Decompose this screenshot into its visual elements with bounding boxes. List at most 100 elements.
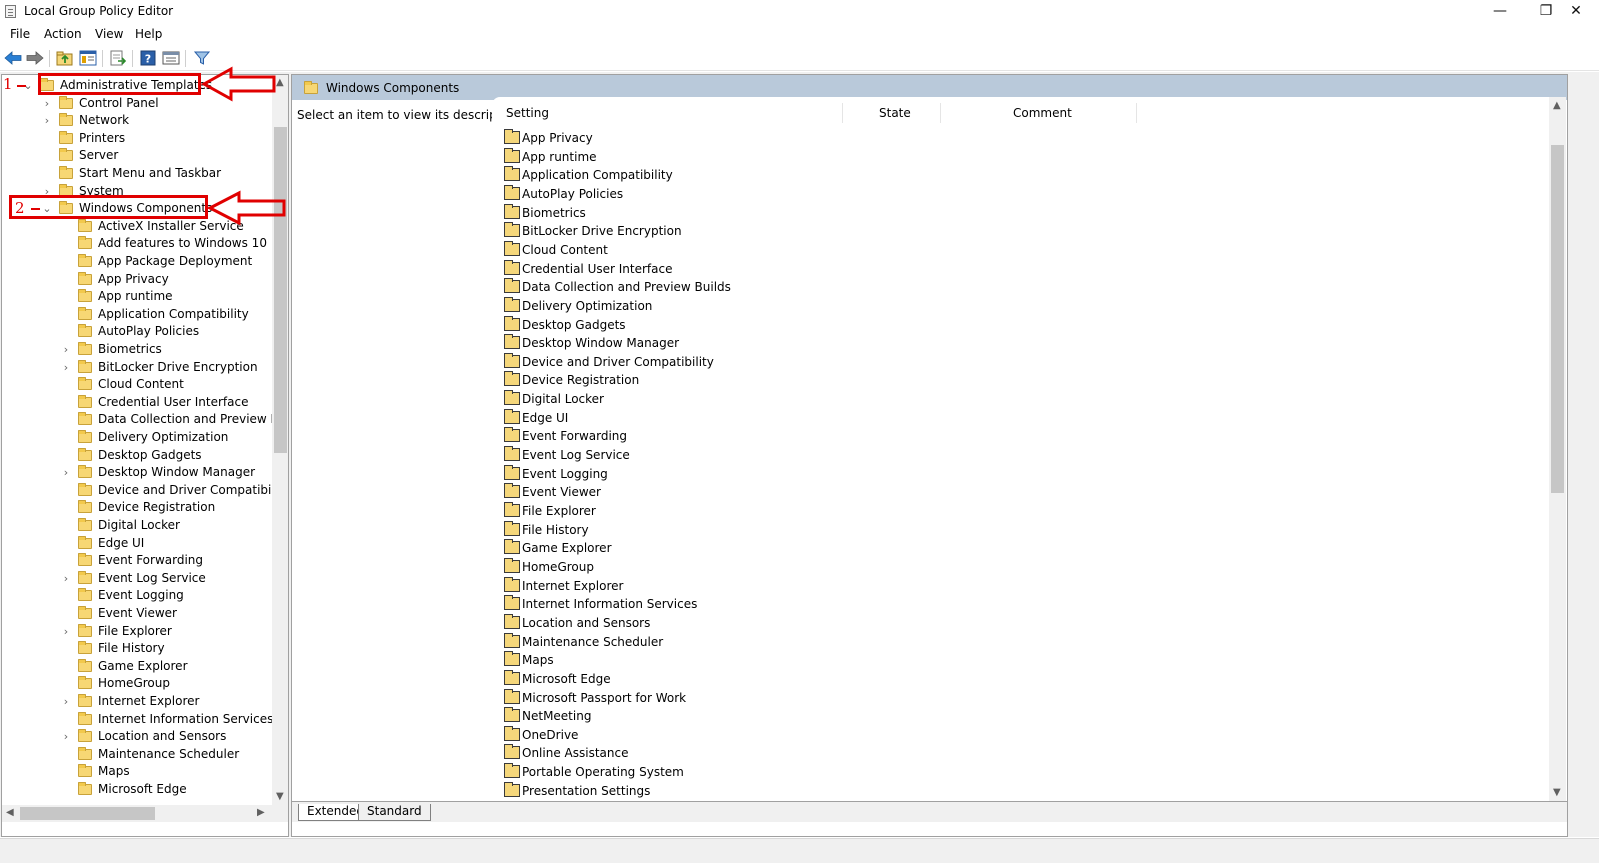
list-item[interactable]: Game Explorer <box>503 539 903 557</box>
list-item[interactable]: AutoPlay Policies <box>503 184 903 203</box>
chevron-right-icon[interactable]: › <box>60 730 72 744</box>
list-item[interactable]: Presentation Settings <box>503 781 903 800</box>
menu-action[interactable]: Action <box>44 27 82 41</box>
tree-item[interactable]: Event Forwarding <box>2 552 282 570</box>
list-item[interactable]: OneDrive <box>503 725 903 744</box>
tree-item[interactable]: App runtime <box>2 288 282 306</box>
list-item[interactable]: NetMeeting <box>503 707 903 725</box>
filter-icon[interactable] <box>193 50 211 66</box>
scroll-up-icon[interactable]: ▲ <box>1553 100 1561 111</box>
chevron-right-icon[interactable]: › <box>41 97 53 111</box>
scroll-down-icon[interactable]: ▼ <box>1553 787 1561 798</box>
list-item[interactable]: Desktop Window Manager <box>503 334 903 352</box>
chevron-right-icon[interactable]: › <box>60 343 72 357</box>
chevron-right-icon[interactable]: › <box>60 466 72 480</box>
tree-item[interactable]: Server <box>2 147 282 165</box>
tree-item[interactable]: Game Explorer <box>2 658 282 676</box>
list-vertical-scrollbar[interactable]: ▲ ▼ <box>1549 97 1566 801</box>
list-item[interactable]: Event Viewer <box>503 483 903 501</box>
list-item[interactable]: App runtime <box>503 147 903 166</box>
list-item[interactable]: Event Log Service <box>503 446 903 464</box>
tree-item[interactable]: Add features to Windows 10 <box>2 235 282 253</box>
tree-item[interactable]: Event Viewer <box>2 605 282 623</box>
list-item[interactable]: Desktop Gadgets <box>503 315 903 334</box>
chevron-right-icon[interactable]: › <box>60 572 72 586</box>
close-button[interactable]: ✕ <box>1553 0 1599 24</box>
tree-item[interactable]: › Location and Sensors <box>2 728 282 746</box>
tree-item[interactable]: Credential User Interface <box>2 394 282 412</box>
chevron-right-icon[interactable]: › <box>60 625 72 639</box>
list-item[interactable]: HomeGroup <box>503 557 903 576</box>
list-item[interactable]: Event Forwarding <box>503 427 903 445</box>
tree-item[interactable]: HomeGroup <box>2 675 282 693</box>
column-header-setting[interactable]: Setting <box>506 106 549 120</box>
tree-hscroll-thumb[interactable] <box>20 807 155 820</box>
settings-list[interactable]: Setting State Comment App Privacy App run… <box>492 97 1549 801</box>
tree-pane[interactable]: Microsoft Edge Maps Maintenance Scheduler ›… <box>1 74 289 837</box>
chevron-right-icon[interactable]: › <box>41 114 53 128</box>
tree-item[interactable]: › Desktop Window Manager <box>2 464 282 482</box>
scroll-left-icon[interactable]: ◀ <box>6 807 14 818</box>
list-item[interactable]: Device Registration <box>503 371 903 389</box>
tree-item[interactable]: Delivery Optimization <box>2 429 282 447</box>
list-item[interactable]: Internet Information Services <box>503 595 903 613</box>
tree-item[interactable]: › Biometrics <box>2 341 282 359</box>
tree-item[interactable]: Digital Locker <box>2 517 282 535</box>
tree-item[interactable]: Start Menu and Taskbar <box>2 165 282 183</box>
column-header-comment[interactable]: Comment <box>1013 106 1072 120</box>
list-item[interactable]: Online Assistance <box>503 744 903 762</box>
list-item[interactable]: Biometrics <box>503 203 903 222</box>
tree-item[interactable]: AutoPlay Policies <box>2 323 282 341</box>
list-item[interactable]: Data Collection and Preview Builds <box>503 278 903 296</box>
tree-item[interactable]: File History <box>2 640 282 658</box>
list-item[interactable]: Maps <box>503 651 903 669</box>
list-item[interactable]: File History <box>503 520 903 539</box>
tree-item[interactable]: › File Explorer <box>2 623 282 641</box>
tree-item[interactable]: Event Logging <box>2 587 282 605</box>
list-item[interactable]: Event Logging <box>503 464 903 483</box>
tree-item[interactable]: Device Registration <box>2 499 282 517</box>
list-item[interactable]: Delivery Optimization <box>503 296 903 315</box>
list-item[interactable]: BitLocker Drive Encryption <box>503 222 903 240</box>
tree-item[interactable]: Desktop Gadgets <box>2 447 282 465</box>
column-header-state[interactable]: State <box>879 106 911 120</box>
tree-item[interactable]: Cloud Content <box>2 376 282 394</box>
tree-item[interactable]: Device and Driver Compatibility <box>2 482 282 500</box>
list-item[interactable]: Internet Explorer <box>503 576 903 595</box>
list-item[interactable]: Cloud Content <box>503 240 903 259</box>
show-hide-tree-icon[interactable] <box>79 50 97 66</box>
list-item[interactable]: Location and Sensors <box>503 613 903 632</box>
tree-vscroll-thumb[interactable] <box>274 127 287 453</box>
list-item[interactable]: App Privacy <box>503 129 903 147</box>
menu-view[interactable]: View <box>95 27 123 41</box>
list-item[interactable]: Digital Locker <box>503 390 903 408</box>
tree-item[interactable]: Maps <box>2 763 282 781</box>
tree-vertical-scrollbar[interactable]: ▲ ▼ <box>272 75 288 805</box>
tree-item[interactable]: Edge UI <box>2 535 282 553</box>
back-arrow-icon[interactable] <box>4 50 22 66</box>
menu-file[interactable]: File <box>10 27 30 41</box>
menu-help[interactable]: Help <box>135 27 162 41</box>
tree-item[interactable]: App Package Deployment <box>2 253 282 271</box>
list-item[interactable]: Credential User Interface <box>503 259 903 278</box>
list-vscroll-thumb[interactable] <box>1551 145 1564 493</box>
list-item[interactable]: Microsoft Edge <box>503 669 903 688</box>
list-item[interactable]: Edge UI <box>503 408 903 427</box>
minimize-button[interactable]: — <box>1477 0 1523 24</box>
export-list-icon[interactable] <box>109 50 127 66</box>
scroll-right-icon[interactable]: ▶ <box>257 807 265 818</box>
chevron-right-icon[interactable]: › <box>60 695 72 709</box>
tree-item[interactable]: Internet Information Services <box>2 711 282 729</box>
list-item[interactable]: Application Compatibility <box>503 166 903 184</box>
tree-item[interactable]: Printers <box>2 130 282 148</box>
chevron-right-icon[interactable]: › <box>60 361 72 375</box>
up-folder-icon[interactable] <box>56 50 74 66</box>
list-item[interactable]: Portable Operating System <box>503 763 903 781</box>
tree-horizontal-scrollbar[interactable]: ◀ ▶ <box>2 805 288 822</box>
help-icon[interactable]: ? <box>139 50 157 66</box>
list-item[interactable]: Maintenance Scheduler <box>503 632 903 651</box>
scroll-up-icon[interactable]: ▲ <box>276 77 284 88</box>
scroll-down-icon[interactable]: ▼ <box>276 791 284 802</box>
tree-item[interactable]: › Event Log Service <box>2 570 282 588</box>
tree-item[interactable]: App Privacy <box>2 271 282 289</box>
